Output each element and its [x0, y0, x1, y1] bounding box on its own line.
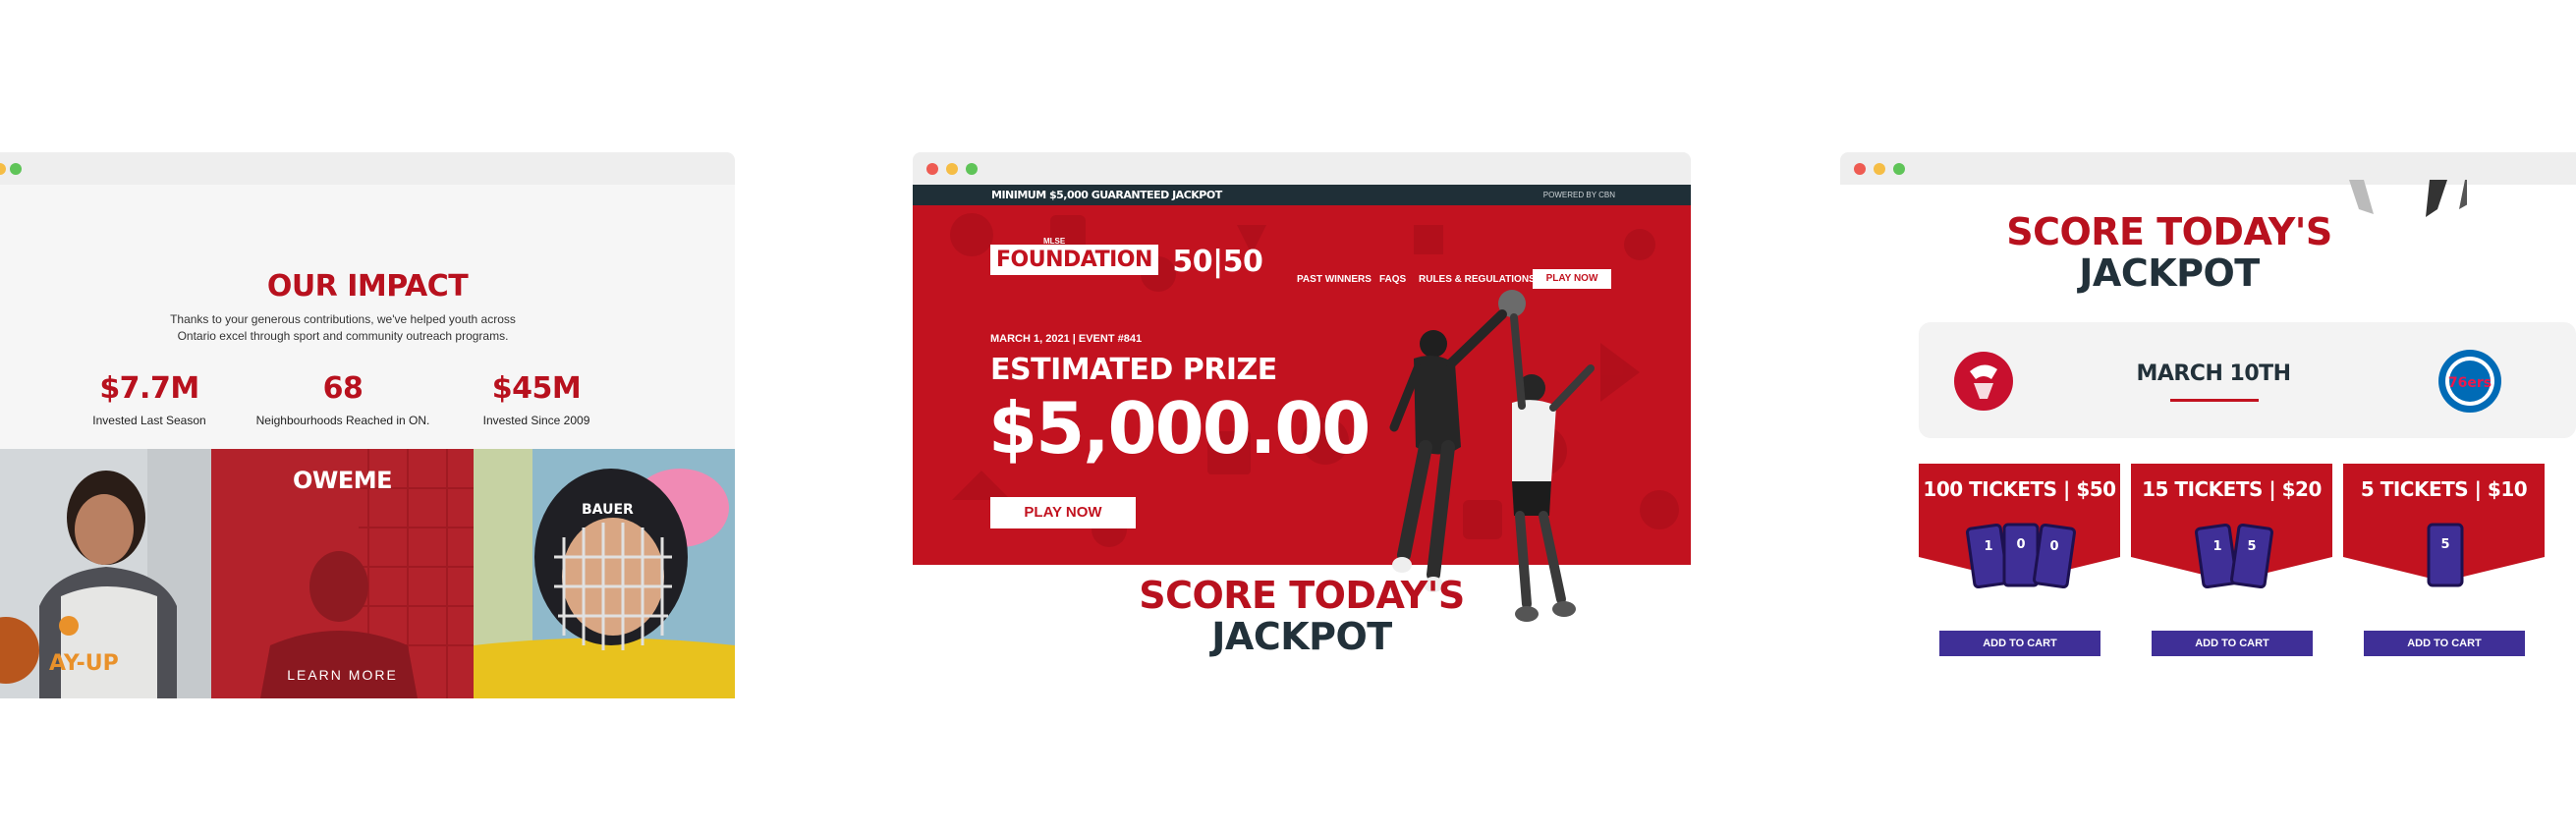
nav-play-now-button[interactable]: PLAY NOW [1533, 269, 1611, 289]
announcement-bar: MINIMUM $5,000 GUARANTEED JACKPOT POWERE… [913, 185, 1691, 205]
ticket-number: 5 [2247, 539, 2256, 554]
ticket-package-card[interactable]: 5 TICKETS | $10 5 [2343, 464, 2545, 591]
estimated-prize-label: ESTIMATED PRIZE [990, 353, 1277, 387]
photo-girl-hockey: BAUER [474, 449, 735, 698]
score-heading-line1: SCORE TODAY'S [2006, 210, 2332, 253]
date-underline [2170, 399, 2259, 402]
nav-rules[interactable]: RULES & REGULATIONS [1419, 274, 1536, 285]
window-close-dot[interactable] [926, 163, 938, 175]
tickets-icon: 1 5 [2195, 523, 2273, 589]
score-heading-line1: SCORE TODAY'S [1139, 574, 1465, 617]
window-minimize-dot[interactable] [0, 163, 6, 175]
76ers-logo-icon: 76ers [2438, 350, 2501, 413]
score-jackpot-heading: SCORE TODAY'S JACKPOT [913, 575, 1691, 657]
add-to-cart-button[interactable]: ADD TO CART [1939, 631, 2100, 656]
oweme-promo-card[interactable]: OWEME LEARN MORE [211, 449, 474, 698]
impact-title: OUR IMPACT [266, 269, 469, 304]
mlse-foundation-logo[interactable]: MLSE FOUNDATION 50|50 [990, 237, 1263, 280]
ticket-number: 1 [1984, 539, 1992, 554]
impact-window: OUR IMPACT Thanks to your generous contr… [0, 152, 735, 698]
game-date: MARCH 10TH [2136, 361, 2291, 386]
window-maximize-dot[interactable] [1893, 163, 1905, 175]
photo-girl-basketball: AY-UP [0, 449, 211, 698]
nav-past-winners[interactable]: PAST WINNERS [1297, 274, 1372, 285]
76ers-text: 76ers [2448, 375, 2492, 391]
photo-row: AY-UP OWEME LEARN MORE BAUER [0, 449, 735, 698]
stat-value: $45M [491, 371, 582, 406]
logo-mlse-text: MLSE [1043, 237, 1066, 246]
nav-faqs[interactable]: FAQS [1379, 274, 1406, 285]
logo-foundation-text: FOUNDATION [990, 245, 1158, 275]
impact-section: OUR IMPACT Thanks to your generous contr… [0, 185, 735, 449]
ticket-package-label: 100 TICKETS | $50 [1923, 477, 2116, 501]
powered-by-text: POWERED BY CBN [1542, 191, 1615, 199]
stat-label: Invested Since 2009 [482, 414, 590, 427]
score-jackpot-heading: SCORE TODAY'S JACKPOT [1997, 211, 2341, 294]
tickets-icon: 1 0 0 [1966, 523, 2076, 589]
jersey-text: AY-UP [49, 651, 119, 676]
ticket-number: 1 [2212, 539, 2221, 554]
add-to-cart-button[interactable]: ADD TO CART [2364, 631, 2525, 656]
window-maximize-dot[interactable] [10, 163, 22, 175]
learn-more-link[interactable]: LEARN MORE [211, 667, 474, 683]
window-close-dot[interactable] [1854, 163, 1866, 175]
announcement-text: MINIMUM $5,000 GUARANTEED JACKPOT [991, 189, 1222, 201]
stat-value: 68 [322, 371, 364, 406]
stat-value: $7.7M [99, 371, 199, 406]
matchup-card: MARCH 10TH 76ers [1919, 322, 2576, 438]
window-maximize-dot[interactable] [966, 163, 978, 175]
browser-chrome [913, 152, 1691, 185]
impact-description: Thanks to your generous contributions, w… [170, 312, 516, 343]
ticket-package-card[interactable]: 15 TICKETS | $20 1 5 [2131, 464, 2332, 591]
prize-amount: $5,000.00 [988, 387, 1371, 470]
stat-label: Neighbourhoods Reached in ON. [255, 414, 430, 427]
stat-item: 68 Neighbourhoods Reached in ON. [230, 371, 456, 427]
tickets-window: SCORE TODAY'S JACKPOT MARCH 10TH 76ers 1… [1840, 152, 2576, 683]
logo-5050-text: 50|50 [1172, 245, 1263, 280]
ticket-package-card[interactable]: 100 TICKETS | $50 1 0 0 [1919, 464, 2120, 591]
ticket-number: 0 [2049, 539, 2058, 554]
add-to-cart-button[interactable]: ADD TO CART [2152, 631, 2313, 656]
ticket-number: 5 [2440, 537, 2449, 552]
window-minimize-dot[interactable] [1874, 163, 1885, 175]
window-minimize-dot[interactable] [946, 163, 958, 175]
ticket-number: 0 [2016, 537, 2025, 552]
play-now-button[interactable]: PLAY NOW [990, 497, 1136, 528]
ticket-icon: 5 [2427, 523, 2464, 587]
oweme-title: OWEME [292, 467, 393, 494]
browser-chrome [0, 152, 735, 185]
score-heading-line2: JACKPOT [1211, 615, 1392, 658]
stat-item: $45M Invested Since 2009 [423, 371, 649, 427]
stat-item: $7.7M Invested Last Season [36, 371, 262, 427]
helmet-brand: BAUER [582, 502, 634, 518]
ticket-package-label: 5 TICKETS | $10 [2360, 477, 2528, 501]
score-heading-line2: JACKPOT [2079, 251, 2260, 295]
lottery-window: MINIMUM $5,000 GUARANTEED JACKPOT POWERE… [913, 152, 1691, 657]
event-info: MARCH 1, 2021 | EVENT #841 [990, 333, 1143, 345]
ticket-package-label: 15 TICKETS | $20 [2142, 477, 2322, 501]
stat-label: Invested Last Season [92, 414, 206, 427]
sneakers-image [2349, 180, 2467, 217]
